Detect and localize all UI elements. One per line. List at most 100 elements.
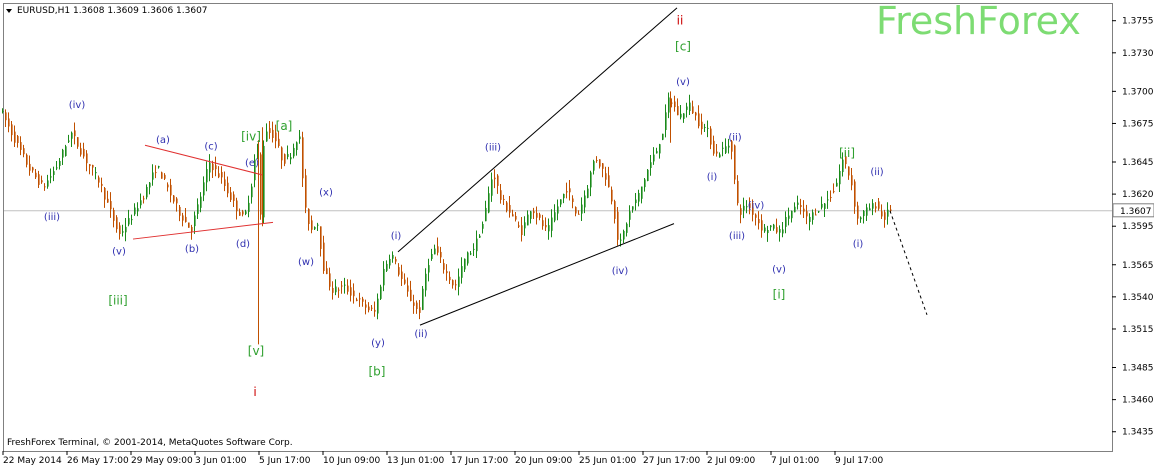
- candle-body: [836, 182, 838, 187]
- candle-body: [740, 208, 742, 215]
- candle-body: [839, 171, 841, 185]
- candle-body: [251, 186, 253, 198]
- candle-body: [695, 112, 697, 116]
- candle-body: [56, 167, 58, 169]
- candle-body: [41, 180, 43, 183]
- y-tick-label: 1.3515: [1122, 325, 1154, 335]
- candle-body: [167, 184, 169, 188]
- candle-body: [656, 151, 658, 154]
- candle-body: [629, 211, 631, 220]
- candle-body: [344, 284, 346, 286]
- candle-body: [557, 206, 559, 214]
- candle-body: [395, 259, 397, 262]
- wave-label: (iii): [485, 143, 501, 154]
- candle-body: [617, 211, 619, 240]
- candle-body: [290, 157, 292, 160]
- candle-body: [95, 172, 97, 174]
- candle-body: [128, 218, 130, 225]
- candle-body: [371, 307, 373, 309]
- candle-body: [761, 220, 763, 231]
- candle-body: [77, 137, 79, 147]
- candle-body: [368, 306, 370, 311]
- candle-body: [659, 144, 661, 154]
- candle-body: [875, 206, 877, 209]
- wave-label: (iv): [612, 266, 629, 277]
- candle-body: [533, 211, 535, 214]
- y-tick-label: 1.3730: [1122, 49, 1154, 59]
- candle-body: [407, 285, 409, 292]
- candle-body: [275, 132, 277, 142]
- candle-body: [461, 266, 463, 278]
- candle-body: [707, 127, 709, 129]
- candle-body: [293, 147, 295, 157]
- candle-body: [14, 131, 16, 143]
- candle: [662, 133, 664, 141]
- candle-body: [299, 136, 301, 140]
- candle-body: [140, 200, 142, 206]
- wave-label: (i): [391, 231, 402, 242]
- candle-body: [518, 225, 520, 227]
- candle-body: [80, 148, 82, 155]
- candle-body: [581, 204, 583, 214]
- candle-body: [536, 212, 538, 218]
- price-chart: (iv) (iii) (v) [iii] (a) (b) (c) (d) (e) [iv] [a] […: [2, 0, 1154, 466]
- candle: [65, 144, 67, 157]
- candle-body: [815, 214, 817, 216]
- candle-body: [647, 169, 649, 181]
- candle-body: [527, 214, 529, 226]
- candle-body: [722, 147, 724, 149]
- candle-body: [830, 197, 832, 199]
- candle-body: [227, 182, 229, 194]
- candle: [422, 285, 424, 311]
- candle-body: [329, 273, 331, 287]
- candle-body: [611, 189, 613, 202]
- candle-body: [29, 163, 31, 171]
- candle-body: [764, 227, 766, 232]
- candle-body: [428, 265, 430, 273]
- y-tick-label: 1.3540: [1122, 293, 1154, 303]
- candle-body: [353, 290, 355, 297]
- candle-body: [449, 276, 451, 281]
- candle-body: [221, 172, 223, 178]
- candle-body: [452, 280, 454, 286]
- candle-body: [20, 142, 22, 150]
- candle-body: [734, 145, 736, 180]
- candle-body: [314, 226, 316, 230]
- candle-body: [728, 145, 730, 148]
- candle-body: [401, 271, 403, 279]
- y-tick-label: 1.3435: [1122, 428, 1154, 438]
- candle-body: [380, 286, 382, 299]
- candle-body: [38, 174, 40, 185]
- candle-body: [773, 224, 775, 229]
- candle-body: [821, 203, 823, 208]
- candle-body: [458, 276, 460, 287]
- candle-body: [686, 106, 688, 110]
- wave-label: [iii]: [108, 294, 127, 308]
- candle-body: [392, 254, 394, 259]
- candle-body: [548, 225, 550, 232]
- y-tick-label: 1.3565: [1122, 261, 1154, 271]
- wave-label: ii: [677, 14, 684, 28]
- candle-body: [593, 161, 595, 171]
- candle-body: [614, 201, 616, 219]
- y-tick-label: 1.3675: [1122, 119, 1154, 129]
- candle-body: [296, 142, 298, 151]
- candle-body: [386, 263, 388, 271]
- wave-label: (a): [156, 135, 170, 146]
- candle-body: [320, 226, 322, 249]
- candle-body: [473, 248, 475, 250]
- candle-body: [737, 180, 739, 204]
- candle-body: [860, 217, 862, 220]
- wave-label: (iv): [69, 100, 86, 111]
- candle-body: [176, 198, 178, 204]
- candle-body: [641, 186, 643, 199]
- candle-body: [188, 222, 190, 228]
- wave-label: [b]: [369, 364, 386, 378]
- candle-body: [260, 154, 262, 215]
- candle-body: [467, 252, 469, 264]
- candle-body: [851, 175, 853, 186]
- candle-body: [209, 162, 211, 173]
- candle: [506, 200, 508, 213]
- candle-body: [341, 285, 343, 287]
- candle: [188, 222, 190, 228]
